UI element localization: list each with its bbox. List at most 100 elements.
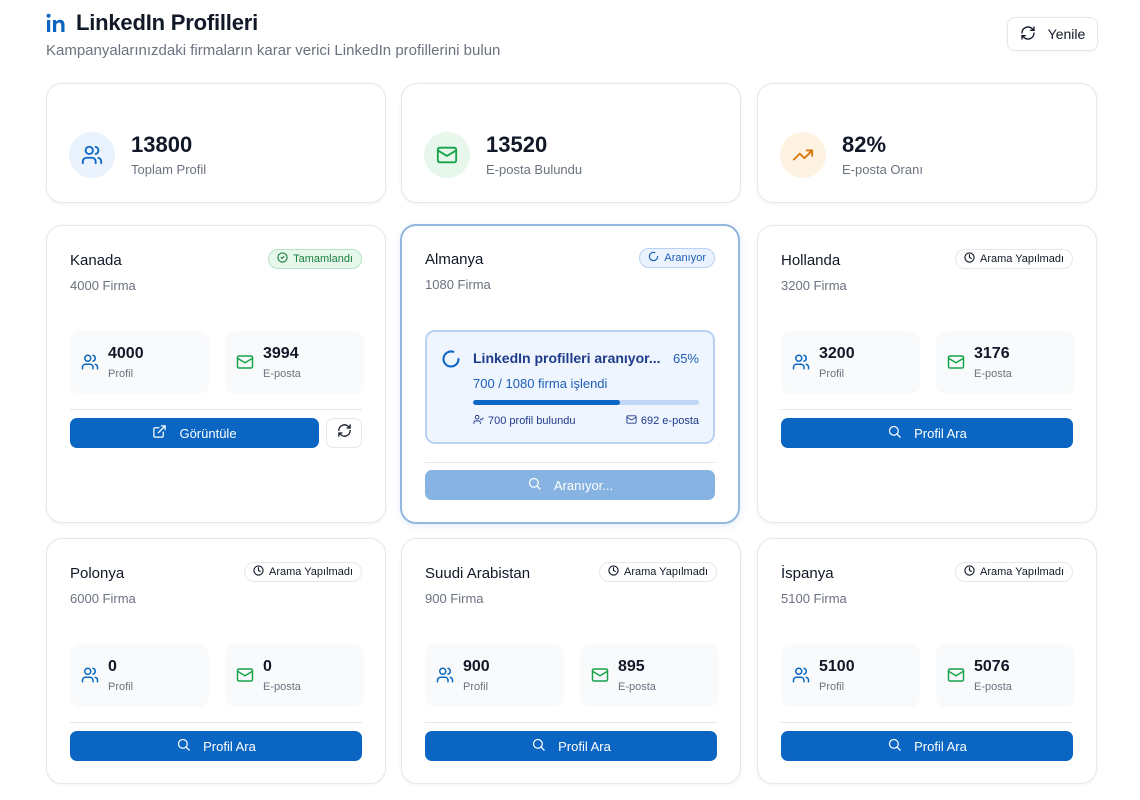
- profile-count-label: Profil: [108, 681, 134, 693]
- clock-icon: [964, 252, 975, 266]
- country-card-hollanda: Hollanda 3200 Firma Arama Yapılmadı 3200…: [757, 225, 1097, 523]
- search-profiles-button-label: Profil Ara: [914, 425, 967, 441]
- refresh-icon: [337, 423, 352, 443]
- country-card-suudi-arabistan: Suudi Arabistan 900 Firma Arama Yapılmad…: [401, 538, 741, 784]
- refresh-button[interactable]: Yenile: [1007, 17, 1098, 51]
- profile-count-label: Profil: [819, 368, 845, 380]
- profile-count-box: 5100 Profil: [781, 644, 920, 707]
- country-firm-count: 1080 Firma: [425, 277, 491, 292]
- email-count: 895: [618, 658, 645, 675]
- clock-icon: [253, 565, 264, 579]
- profile-count-box: 900 Profil: [425, 644, 564, 707]
- profile-count-label: Profil: [108, 368, 134, 380]
- users-icon: [81, 666, 99, 684]
- profile-count: 0: [108, 658, 117, 675]
- page-header: LinkedIn Profilleri Kampanyalarınızdaki …: [46, 10, 1098, 70]
- country-name: Polonya: [70, 565, 125, 582]
- searching-button-label: Aranıyor...: [553, 477, 614, 493]
- status-badge-label: Arama Yapılmadı: [624, 566, 708, 578]
- search-profiles-button-label: Profil Ara: [914, 738, 967, 754]
- status-badge: Aranıyor: [639, 248, 715, 268]
- stat-value: 13520: [486, 132, 548, 157]
- stat-value: 13800: [131, 132, 193, 157]
- status-badge: Tamamlandı: [268, 249, 362, 269]
- external-link-icon: [152, 424, 167, 442]
- stat-card-total-profiles: 13800 Toplam Profil: [46, 83, 386, 203]
- search-profiles-button[interactable]: Profil Ara: [781, 731, 1073, 761]
- country-name: İspanya: [781, 565, 834, 582]
- linkedin-icon: [46, 12, 68, 34]
- search-progress-panel: LinkedIn profilleri aranıyor... 65% 700 …: [425, 330, 715, 444]
- search-profiles-button-label: Profil Ara: [558, 738, 611, 754]
- progress-bar: [473, 400, 699, 405]
- country-name: Hollanda: [781, 252, 841, 269]
- stat-value: 82%: [842, 132, 887, 157]
- status-badge-label: Arama Yapılmadı: [269, 566, 353, 578]
- email-count-box: 895 E-posta: [580, 644, 719, 707]
- country-firm-count: 4000 Firma: [70, 278, 136, 293]
- country-firm-count: 6000 Firma: [70, 591, 136, 606]
- divider: [70, 409, 362, 410]
- page-title: LinkedIn Profilleri: [76, 10, 259, 35]
- progress-percent: 65%: [672, 351, 699, 366]
- clock-icon: [608, 565, 619, 579]
- status-badge: Arama Yapılmadı: [955, 562, 1073, 582]
- loader-icon: [441, 349, 461, 374]
- status-badge: Arama Yapılmadı: [955, 249, 1073, 269]
- status-badge-label: Arama Yapılmadı: [980, 566, 1064, 578]
- mail-icon: [947, 666, 965, 684]
- country-name: Kanada: [70, 252, 122, 269]
- country-firm-count: 5100 Firma: [781, 591, 847, 606]
- mail-icon: [236, 353, 254, 371]
- found-emails: 692 e-posta: [626, 414, 699, 428]
- country-card-kanada: Kanada 4000 Firma Tamamlandı 4000 Profil…: [46, 225, 386, 523]
- email-count: 0: [263, 658, 272, 675]
- email-count-box: 3994 E-posta: [225, 331, 364, 394]
- progress-title: LinkedIn profilleri aranıyor...: [473, 350, 661, 366]
- status-badge: Arama Yapılmadı: [599, 562, 717, 582]
- check-circle-icon: [277, 252, 288, 266]
- stat-card-email-rate: 82% E-posta Oranı: [757, 83, 1097, 203]
- profile-count: 3200: [819, 345, 855, 362]
- view-button[interactable]: Görüntüle: [70, 418, 319, 448]
- status-badge-label: Arama Yapılmadı: [980, 253, 1064, 265]
- mail-icon: [236, 666, 254, 684]
- title-row: LinkedIn Profilleri: [46, 10, 1098, 36]
- email-count: 3176: [974, 345, 1010, 362]
- divider: [425, 462, 715, 463]
- email-count-label: E-posta: [263, 681, 301, 693]
- clock-icon: [964, 565, 975, 579]
- users-icon: [69, 132, 115, 178]
- page-subtitle: Kampanyalarınızdaki firmaların karar ver…: [46, 42, 501, 59]
- rescan-button[interactable]: [326, 418, 362, 448]
- refresh-icon: [1020, 25, 1036, 44]
- found-profiles: 700 profil bulundu: [473, 414, 575, 428]
- search-profiles-button[interactable]: Profil Ara: [781, 418, 1073, 448]
- refresh-label: Yenile: [1047, 26, 1086, 42]
- progress-processed: 700 / 1080 firma işlendi: [473, 376, 608, 391]
- users-icon: [792, 353, 810, 371]
- profile-count: 4000: [108, 345, 144, 362]
- email-count-box: 5076 E-posta: [936, 644, 1075, 707]
- mail-icon: [626, 414, 637, 428]
- divider: [70, 722, 362, 723]
- progress-bar-fill: [473, 400, 620, 405]
- search-profiles-button[interactable]: Profil Ara: [70, 731, 362, 761]
- profile-count-box: 0 Profil: [70, 644, 209, 707]
- search-icon: [887, 737, 902, 755]
- email-count-label: E-posta: [618, 681, 656, 693]
- search-icon: [887, 424, 902, 442]
- searching-button[interactable]: Aranıyor...: [425, 470, 715, 500]
- search-icon: [527, 476, 542, 494]
- divider: [781, 409, 1073, 410]
- mail-icon: [947, 353, 965, 371]
- found-emails-label: 692 e-posta: [640, 415, 699, 427]
- stat-label: E-posta Bulundu: [486, 162, 583, 177]
- search-profiles-button-label: Profil Ara: [203, 738, 256, 754]
- profile-count-box: 4000 Profil: [70, 331, 209, 394]
- profile-count: 5100: [819, 658, 855, 675]
- status-badge: Arama Yapılmadı: [244, 562, 362, 582]
- user-check-icon: [473, 414, 484, 428]
- email-count-label: E-posta: [974, 368, 1012, 380]
- search-profiles-button[interactable]: Profil Ara: [425, 731, 717, 761]
